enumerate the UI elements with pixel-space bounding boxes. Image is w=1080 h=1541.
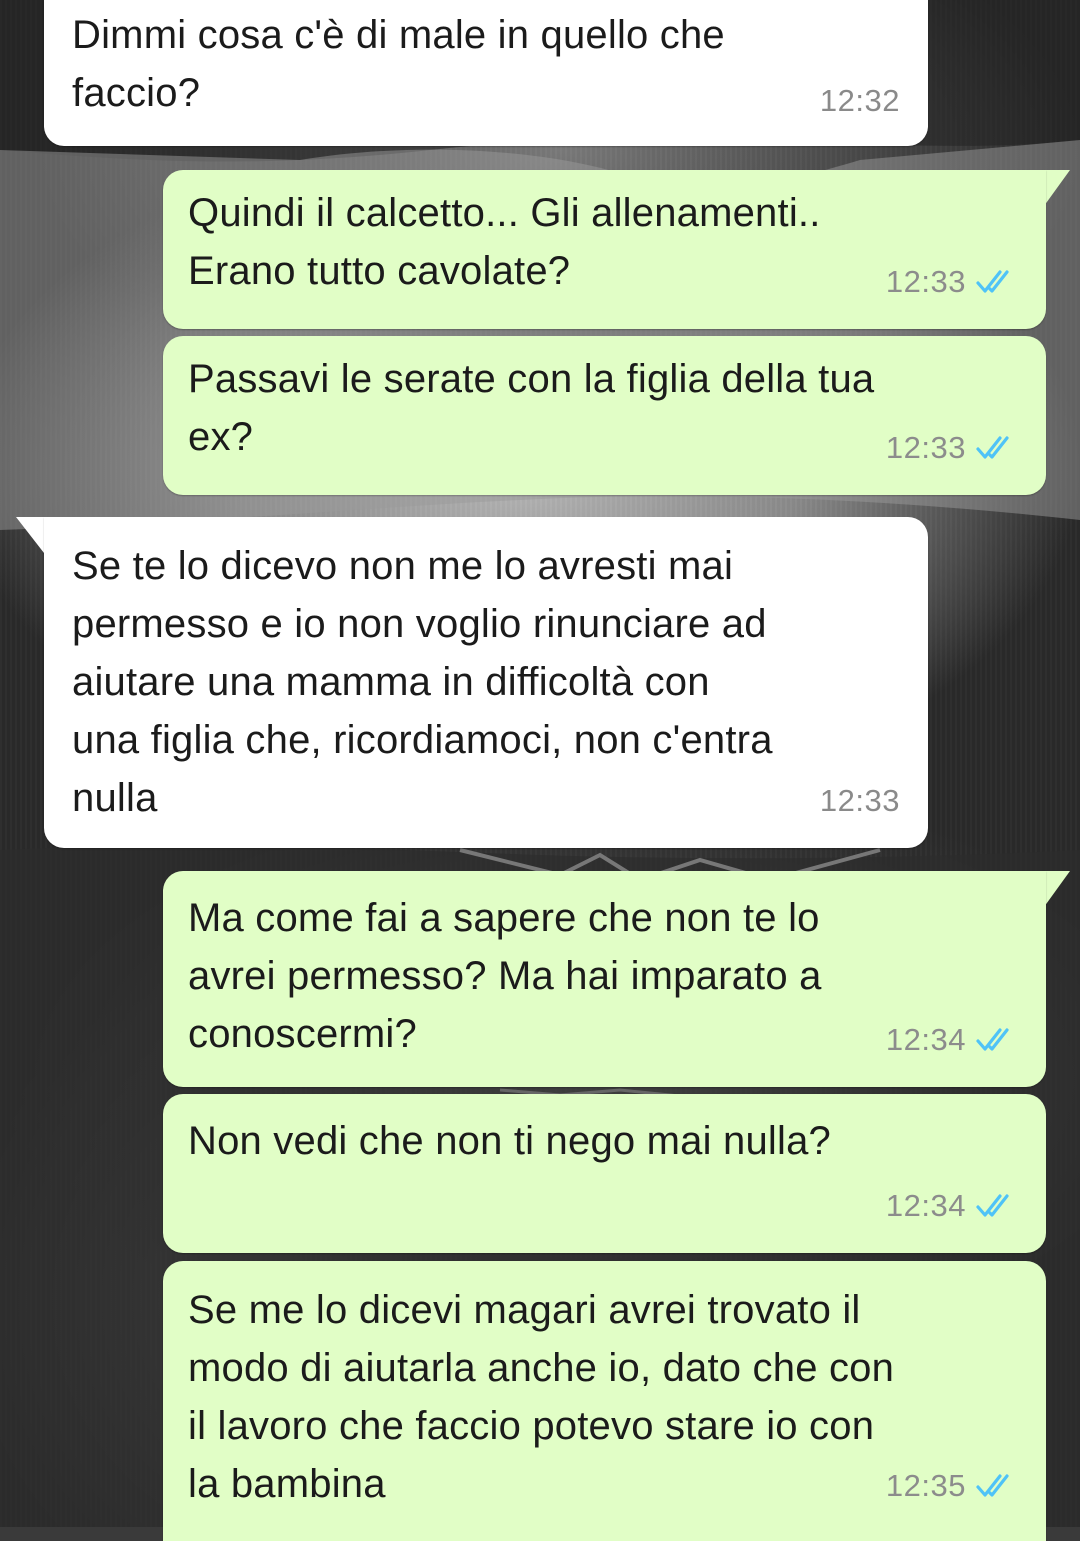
message-bubble-incoming[interactable]: Dimmi cosa c'è di male in quello che fac… [44, 0, 928, 146]
message-meta: 12:32 [820, 72, 900, 130]
double-check-read-icon [976, 1028, 1009, 1051]
message-time: 12:34 [885, 1188, 966, 1223]
message-text: Dimmi cosa c'è di male in quello che fac… [72, 13, 725, 115]
message-meta: 12:34 [886, 1011, 1018, 1069]
message-text: Non vedi che non ti nego mai nulla? [188, 1119, 831, 1163]
message-bubble-outgoing[interactable]: Ma come fai a sapere che non te lo avrei… [163, 871, 1046, 1087]
message-bubble-outgoing[interactable]: Non vedi che non ti nego mai nulla? 12:3… [163, 1094, 1046, 1253]
message-meta: 12:33 [886, 253, 1018, 311]
message-bubble-outgoing[interactable]: Quindi il calcetto... Gli allenamenti.. … [163, 170, 1046, 329]
message-text: Se te lo dicevo non me lo avresti mai pe… [72, 544, 773, 820]
message-meta: 12:35 [886, 1457, 1018, 1515]
message-time: 12:33 [885, 264, 966, 299]
message-time: 12:32 [819, 83, 900, 118]
message-bubble-incoming[interactable]: Se te lo dicevo non me lo avresti mai pe… [44, 517, 928, 848]
double-check-read-icon [976, 1194, 1009, 1217]
message-time: 12:34 [885, 1022, 966, 1057]
double-check-read-icon [976, 270, 1009, 293]
message-time: 12:35 [885, 1468, 966, 1503]
message-meta: 12:33 [820, 772, 900, 830]
double-check-read-icon [976, 1474, 1009, 1497]
bubble-tail-incoming [16, 517, 46, 553]
message-bubble-outgoing[interactable]: Se me lo dicevi magari avrei trovato il … [163, 1261, 1046, 1541]
message-meta: 12:33 [886, 419, 1018, 477]
message-time: 12:33 [885, 430, 966, 465]
message-meta: 12:34 [886, 1177, 1018, 1235]
double-check-read-icon [976, 436, 1009, 459]
message-bubble-outgoing[interactable]: Passavi le serate con la figlia della tu… [163, 336, 1046, 495]
message-time: 12:33 [819, 783, 900, 818]
